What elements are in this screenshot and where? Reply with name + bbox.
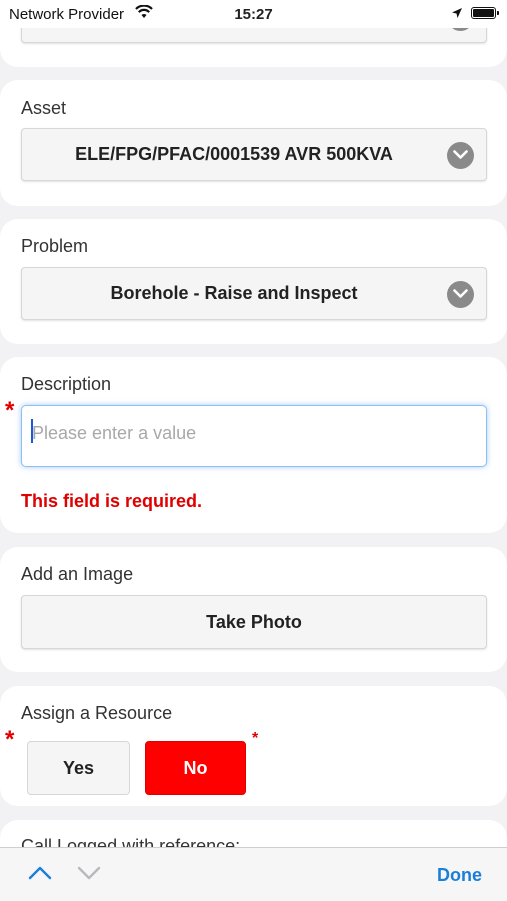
chevron-down-icon xyxy=(447,142,474,169)
asset-select[interactable]: ELE/FPG/PFAC/0001539 AVR 500KVA xyxy=(21,128,487,181)
problem-label: Problem xyxy=(21,236,89,256)
clock: 15:27 xyxy=(234,6,273,23)
problem-select[interactable]: Borehole - Raise and Inspect xyxy=(21,267,487,320)
required-asterisk: * xyxy=(5,726,15,753)
image-label: Add an Image xyxy=(21,564,134,584)
location-arrow-icon xyxy=(451,6,463,23)
battery-icon xyxy=(471,7,499,19)
image-card: Add an Image Take Photo xyxy=(0,547,507,672)
no-button[interactable]: No xyxy=(145,741,246,795)
take-photo-button[interactable]: Take Photo xyxy=(21,595,487,649)
asset-value: ELE/FPG/PFAC/0001539 AVR 500KVA xyxy=(75,144,393,164)
description-input-box[interactable] xyxy=(21,405,487,467)
chevron-down-icon[interactable] xyxy=(77,865,101,886)
resource-card: Assign a Resource * Yes No * xyxy=(0,686,507,806)
done-button[interactable]: Done xyxy=(437,865,482,886)
description-card: Description * This field is required. xyxy=(0,357,507,533)
selected-asterisk: * xyxy=(252,730,259,747)
chevron-up-icon[interactable] xyxy=(28,865,52,886)
required-asterisk: * xyxy=(5,397,15,424)
problem-card: Problem Borehole - Raise and Inspect xyxy=(0,219,507,344)
description-input[interactable] xyxy=(30,412,474,454)
description-label: Description xyxy=(21,374,112,394)
keyboard-toolbar: Done xyxy=(0,847,507,901)
asset-card: Asset ELE/FPG/PFAC/0001539 AVR 500KVA xyxy=(0,80,507,206)
status-bar: Network Provider 15:27 xyxy=(0,0,507,28)
asset-label: Asset xyxy=(21,98,67,118)
yes-button[interactable]: Yes xyxy=(27,741,130,795)
resource-label: Assign a Resource xyxy=(21,703,173,723)
description-error: This field is required. xyxy=(21,491,203,511)
problem-value: Borehole - Raise and Inspect xyxy=(110,283,358,303)
chevron-down-icon xyxy=(447,281,474,308)
